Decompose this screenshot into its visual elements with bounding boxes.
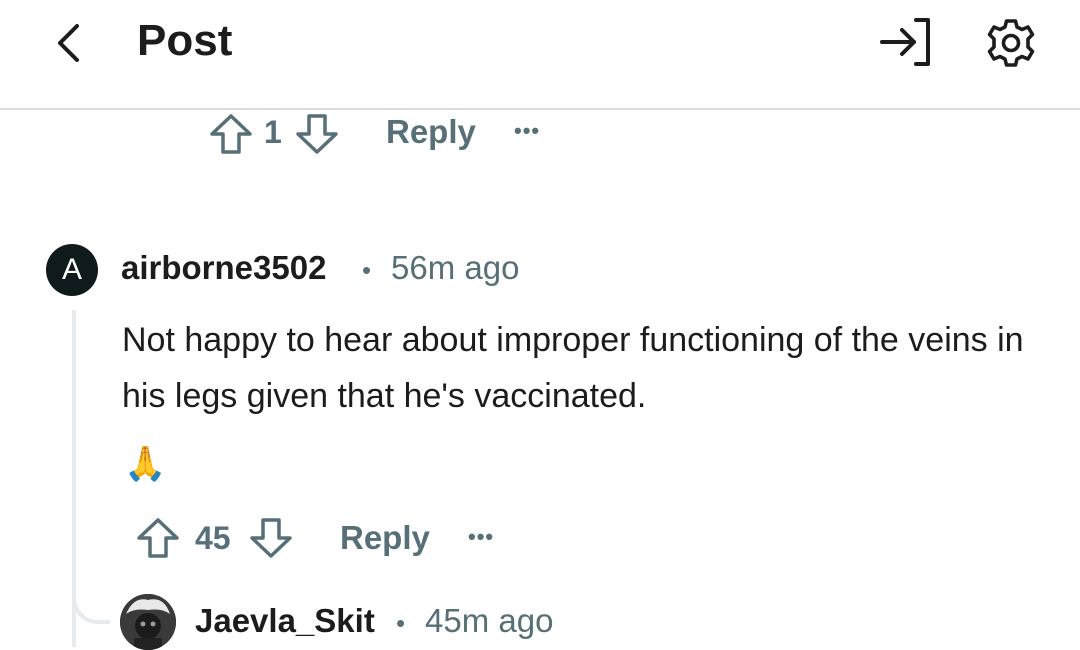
page-title: Post bbox=[137, 16, 233, 65]
reply-username[interactable]: Jaevla_Skit bbox=[195, 602, 375, 640]
login-icon bbox=[880, 18, 930, 66]
avatar[interactable]: A bbox=[46, 244, 98, 296]
downvote-arrow-icon bbox=[296, 114, 338, 154]
downvote-button[interactable] bbox=[248, 516, 294, 565]
upvote-arrow-icon bbox=[210, 114, 252, 154]
meta-separator: • bbox=[396, 608, 406, 638]
downvote-button[interactable] bbox=[294, 112, 340, 161]
upvote-button[interactable] bbox=[135, 516, 181, 565]
settings-button[interactable] bbox=[980, 14, 1042, 72]
downvote-arrow-icon bbox=[250, 518, 292, 558]
comment-body: Not happy to hear about improper functio… bbox=[122, 321, 1024, 415]
thread-branch-line bbox=[72, 580, 110, 624]
upvote-button[interactable] bbox=[208, 112, 254, 161]
login-button[interactable] bbox=[876, 14, 936, 70]
meta-separator: • bbox=[362, 255, 372, 285]
more-options-button[interactable]: ••• bbox=[468, 524, 494, 550]
reply-timestamp: 45m ago bbox=[425, 602, 554, 639]
reply-button[interactable]: Reply bbox=[340, 519, 430, 557]
reply-button[interactable]: Reply bbox=[386, 113, 476, 151]
user-avatar-image bbox=[120, 594, 176, 650]
comment-username[interactable]: airborne3502 bbox=[121, 249, 326, 287]
comment-timestamp: 56m ago bbox=[391, 249, 520, 286]
upvote-arrow-icon bbox=[137, 518, 179, 558]
praying-hands-emoji: 🙏 bbox=[124, 445, 167, 483]
vote-count: 1 bbox=[264, 114, 282, 150]
chevron-left-icon bbox=[58, 24, 79, 62]
more-options-button[interactable]: ••• bbox=[514, 118, 540, 144]
top-app-bar: Post bbox=[0, 0, 1080, 110]
vote-count: 45 bbox=[195, 520, 231, 556]
avatar[interactable] bbox=[120, 594, 176, 650]
gear-icon bbox=[987, 19, 1035, 67]
back-button[interactable] bbox=[44, 18, 94, 68]
